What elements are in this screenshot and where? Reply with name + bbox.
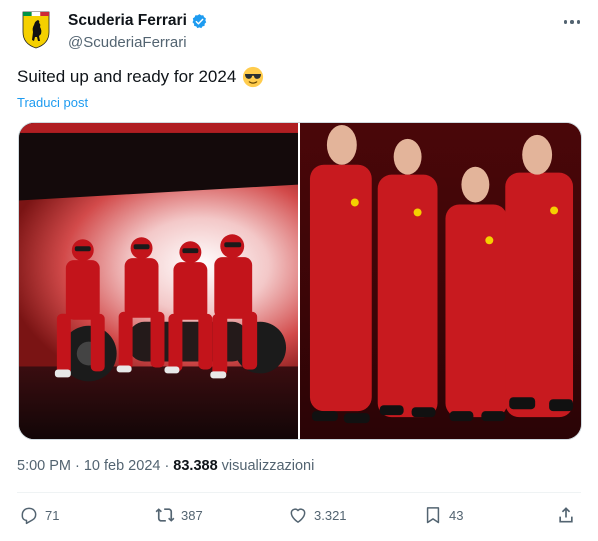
like-count: 3.321 [314, 507, 347, 523]
tweet-text-content: Suited up and ready for 2024 [17, 67, 237, 86]
repost-icon [155, 508, 175, 522]
views-count[interactable]: 83.388 [173, 458, 217, 474]
display-name[interactable]: Scuderia Ferrari [68, 12, 187, 30]
tweet-meta: 5:00 PM · 10 feb 2024 · 83.388 visualizz… [17, 458, 314, 474]
handle[interactable]: @ScuderiaFerrari [68, 34, 208, 51]
heart-icon [290, 508, 306, 523]
bookmark-icon [426, 507, 440, 524]
tweet-date[interactable]: 10 feb 2024 [84, 458, 161, 474]
reply-count: 71 [45, 507, 60, 523]
tweet-time[interactable]: 5:00 PM [17, 458, 71, 474]
repost-count: 387 [181, 507, 203, 523]
reply-icon [21, 507, 37, 525]
repost-button[interactable]: 387 [155, 505, 203, 525]
photo-drivers-group[interactable] [300, 123, 581, 439]
share-button[interactable] [556, 505, 582, 525]
media-grid [18, 122, 582, 440]
action-bar: 71 387 3.321 43 [17, 505, 581, 531]
meta-separator: · [75, 458, 80, 474]
share-icon [559, 507, 573, 523]
ferrari-shield-icon [22, 11, 50, 49]
verified-badge-icon[interactable] [191, 13, 208, 30]
meta-separator-2: · [164, 458, 170, 474]
avatar[interactable] [16, 10, 56, 50]
tweet-text: Suited up and ready for 2024 [17, 66, 264, 88]
views-label: visualizzazioni [221, 458, 315, 474]
bookmark-button[interactable]: 43 [423, 505, 463, 525]
bookmark-count: 43 [449, 507, 464, 523]
like-button[interactable]: 3.321 [288, 505, 347, 525]
photo-pit-crew[interactable] [19, 123, 298, 439]
tweet-card[interactable]: Scuderia Ferrari @ScuderiaFerrari Suited… [0, 0, 598, 541]
reply-button[interactable]: 71 [19, 505, 59, 525]
more-options-icon[interactable] [562, 16, 582, 28]
sunglasses-emoji-icon [243, 66, 264, 88]
translate-post-link[interactable]: Traduci post [17, 95, 88, 110]
divider [17, 492, 581, 493]
